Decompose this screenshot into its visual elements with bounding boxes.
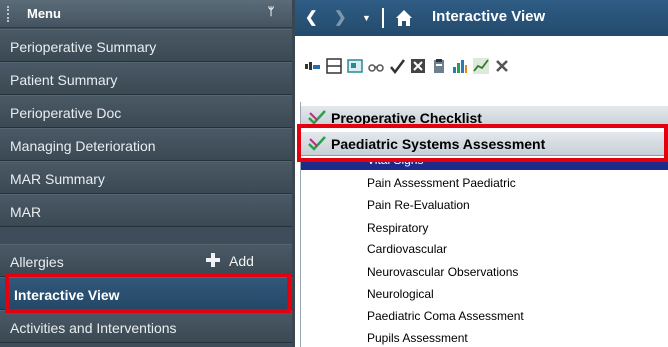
- menu-title: Menu: [27, 6, 61, 21]
- clipboard-icon[interactable]: [431, 58, 447, 74]
- band-icon[interactable]: [305, 58, 321, 74]
- subitem-neurovascular-observations[interactable]: Neurovascular Observations: [367, 265, 518, 279]
- menu-item-label: Interactive View: [14, 287, 120, 303]
- page-title: Interactive View: [432, 8, 546, 25]
- insert-icon[interactable]: [347, 58, 363, 74]
- menu-item-activities-and-interventions[interactable]: Activities and Interventions: [0, 310, 292, 343]
- plus-icon[interactable]: [206, 253, 220, 267]
- menu-item-label: Patient Summary: [10, 72, 118, 88]
- toolbar: [295, 36, 668, 100]
- menu-item-perioperative-summary[interactable]: Perioperative Summary: [0, 29, 292, 62]
- add-allergy-button[interactable]: Add: [229, 253, 254, 269]
- menu-item-interactive-view[interactable]: Interactive View: [0, 277, 292, 310]
- close-icon[interactable]: [494, 58, 510, 74]
- menu-item-label: Perioperative Summary: [10, 39, 157, 55]
- checkmark-icon[interactable]: [389, 58, 405, 74]
- subitem-paediatric-coma-assessment[interactable]: Paediatric Coma Assessment: [367, 309, 524, 323]
- subitem-neurological[interactable]: Neurological: [367, 287, 434, 301]
- menu-item-managing-deterioration[interactable]: Managing Deterioration: [0, 128, 292, 161]
- toolbar-divider: [382, 8, 384, 28]
- pencil-icon: [308, 110, 326, 125]
- subitem-vital-signs-selected[interactable]: Vital Signs: [301, 158, 668, 170]
- menu-item-perioperative-doc[interactable]: Perioperative Doc: [0, 95, 292, 128]
- menu-item-patient-summary[interactable]: Patient Summary: [0, 62, 292, 95]
- glasses-icon[interactable]: [368, 58, 384, 74]
- pin-icon[interactable]: ᛘ: [266, 5, 276, 19]
- section-label: Paediatric Systems Assessment: [331, 136, 546, 152]
- menu-item-allergies[interactable]: Allergies Add: [0, 244, 292, 277]
- bar-chart-icon[interactable]: [452, 58, 468, 74]
- unchart-icon[interactable]: [410, 58, 426, 74]
- grid-icon[interactable]: [326, 58, 342, 74]
- history-dropdown-icon[interactable]: ▼: [362, 9, 374, 27]
- section-paediatric-systems-assessment[interactable]: Paediatric Systems Assessment: [301, 132, 668, 156]
- navigation-bar: ❮ ❯ ▼ Interactive View: [295, 0, 668, 36]
- menu-item-label: MAR: [10, 204, 42, 220]
- back-icon[interactable]: ❮: [305, 9, 319, 27]
- drag-grip-icon[interactable]: [7, 6, 10, 22]
- subitem-cardiovascular[interactable]: Cardiovascular: [367, 242, 447, 256]
- section-preoperative-checklist[interactable]: Preoperative Checklist: [301, 106, 668, 128]
- band-navigator: Preoperative Checklist Paediatric System…: [300, 102, 668, 347]
- menu-item-label: Allergies: [10, 254, 64, 270]
- menu-item-label: MAR Summary: [10, 171, 105, 187]
- subitem-pain-re-evaluation[interactable]: Pain Re-Evaluation: [367, 198, 470, 212]
- line-chart-icon[interactable]: [473, 58, 489, 74]
- side-menu: Menu ᛘ Perioperative Summary Patient Sum…: [0, 0, 292, 347]
- menu-item-mar-summary[interactable]: MAR Summary: [0, 161, 292, 194]
- pencil-icon: [308, 136, 326, 151]
- section-label: Preoperative Checklist: [331, 110, 482, 126]
- menu-item-label: Managing Deterioration: [10, 138, 156, 154]
- menu-item-label: Perioperative Doc: [10, 105, 122, 121]
- subitem-respiratory[interactable]: Respiratory: [367, 221, 428, 235]
- forward-icon[interactable]: ❯: [334, 9, 348, 27]
- home-icon[interactable]: [395, 9, 413, 27]
- subitem-pain-assessment-paediatric[interactable]: Pain Assessment Paediatric: [367, 176, 516, 190]
- subitem-pupils-assessment[interactable]: Pupils Assessment: [367, 331, 468, 345]
- subitem-label: Vital Signs: [367, 158, 424, 167]
- menu-header: Menu ᛘ: [0, 0, 292, 28]
- menu-item-label: Activities and Interventions: [10, 320, 177, 336]
- menu-item-mar[interactable]: MAR: [0, 194, 292, 227]
